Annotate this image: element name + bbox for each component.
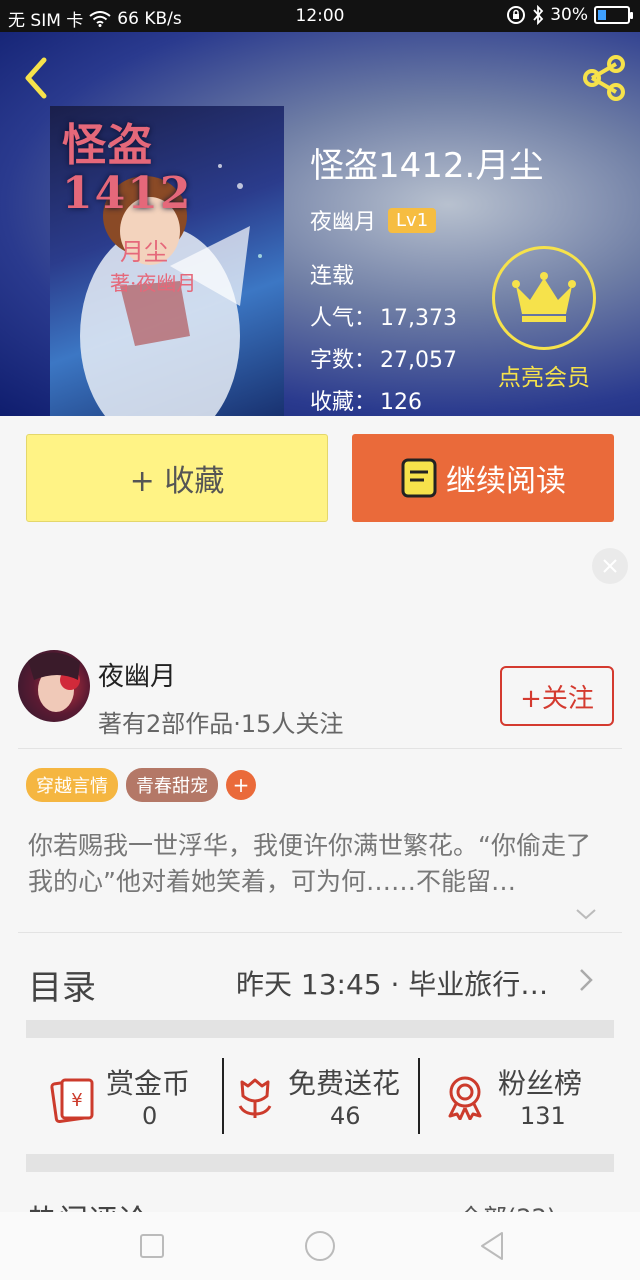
vip-button[interactable]: 点亮会员 <box>488 246 600 392</box>
tag-chip[interactable]: 穿越言情 <box>26 768 118 802</box>
fan-ranking-stat[interactable]: 粉丝榜 131 <box>420 1056 614 1136</box>
table-of-contents-row[interactable]: 目录 昨天 13:45 · 毕业旅行… <box>26 946 614 1016</box>
toc-label: 目录 <box>28 968 96 1008</box>
book-icon <box>401 458 437 498</box>
author-card: 夜幽月 著有2部作品·15人关注 +关注 <box>18 650 622 750</box>
back-triangle-icon[interactable] <box>474 1228 510 1264</box>
stat-value: 131 <box>520 1102 566 1130</box>
stat-title: 赏金币 <box>106 1067 191 1100</box>
cover-title: 怪盗1412 <box>62 120 193 219</box>
home-icon[interactable] <box>302 1228 338 1264</box>
clock: 12:00 <box>295 6 345 26</box>
battery-percent: 30% <box>550 5 588 25</box>
reward-coins-stat[interactable]: ¥ 赏金币 0 <box>26 1056 222 1136</box>
tag-list: 穿越言情 青春甜宠 + <box>26 768 256 802</box>
latest-chapter: 昨天 13:45 · 毕业旅行… <box>236 968 549 1001</box>
action-buttons: + 收藏 继续阅读 <box>26 434 614 522</box>
recent-apps-icon[interactable] <box>134 1228 170 1264</box>
section-separator <box>26 1154 614 1172</box>
author-avatar[interactable] <box>18 650 90 722</box>
book-synopsis[interactable]: 你若赐我一世浮华，我便许你满世繁花。“你偷走了我的心”他对着她笑着，可为何……不… <box>28 828 612 900</box>
author-meta: 著有2部作品·15人关注 <box>98 710 344 738</box>
favorites-stat: 收藏： 126 <box>310 384 422 416</box>
svg-text:¥: ¥ <box>71 1090 82 1111</box>
battery-level <box>598 10 607 20</box>
cover-subtitle: 月尘 著·夜幽月 <box>110 232 196 296</box>
continue-reading-label: 继续阅读 <box>446 464 566 499</box>
avatar-image <box>28 652 80 712</box>
bluetooth-icon <box>533 5 544 25</box>
status-bar: 无 SIM 卡 66 KB/s 12:00 30% <box>0 0 640 32</box>
add-tag-button[interactable]: + <box>226 770 256 800</box>
book-author-row: 夜幽月 Lv1 <box>310 204 437 236</box>
tag-chip[interactable]: 青春甜宠 <box>126 768 218 802</box>
stat-title: 免费送花 <box>288 1067 401 1100</box>
system-nav-bar <box>0 1212 640 1280</box>
cover-author: 著·夜幽月 <box>110 271 197 295</box>
share-icon[interactable] <box>578 52 630 104</box>
close-icon <box>603 559 617 573</box>
section-separator <box>26 1020 614 1038</box>
rotation-lock-icon <box>507 6 526 24</box>
vip-label: 点亮会员 <box>498 365 590 391</box>
stat-title: 粉丝榜 <box>498 1067 583 1100</box>
cover-subtitle-text: 月尘 <box>120 238 168 266</box>
book-title: 怪盗1412.月尘 <box>310 146 544 186</box>
follow-button[interactable]: +关注 <box>500 666 614 726</box>
chevron-down-icon[interactable] <box>574 902 598 926</box>
popularity-label: 人气： <box>310 306 377 331</box>
favorites-value: 126 <box>380 390 423 415</box>
popularity-stat: 人气： 17,373 <box>310 300 457 332</box>
word-count-stat: 字数： 27,057 <box>310 342 457 374</box>
vip-badge <box>492 246 596 350</box>
interaction-stats: ¥ 赏金币 0 免费送花 46 粉丝榜 131 <box>26 1056 614 1136</box>
popularity-value: 17,373 <box>380 306 457 331</box>
divider <box>18 748 622 749</box>
red-envelope-icon: ¥ <box>50 1078 94 1124</box>
battery-icon <box>594 6 633 24</box>
author-level-badge: Lv1 <box>388 207 437 233</box>
flower-icon <box>238 1078 272 1118</box>
back-arrow-icon[interactable] <box>16 54 56 102</box>
stat-value: 46 <box>330 1102 361 1130</box>
book-header: 怪盗1412 月尘 著·夜幽月 怪盗1412.月尘 夜幽月 Lv1 连载 人气：… <box>0 32 640 416</box>
words-value: 27,057 <box>380 348 457 373</box>
stat-value: 0 <box>142 1102 158 1130</box>
book-author[interactable]: 夜幽月 <box>310 204 376 236</box>
continue-reading-button[interactable]: 继续阅读 <box>352 434 614 522</box>
crown-icon <box>512 272 576 322</box>
favorites-label: 收藏： <box>310 390 377 415</box>
book-status: 连载 <box>310 264 355 289</box>
book-cover[interactable]: 怪盗1412 月尘 著·夜幽月 <box>50 106 284 416</box>
author-name[interactable]: 夜幽月 <box>98 656 176 693</box>
add-to-collection-button[interactable]: + 收藏 <box>26 434 328 522</box>
close-ad-button[interactable] <box>592 548 628 584</box>
chevron-right-icon <box>580 969 593 991</box>
words-label: 字数： <box>310 348 377 373</box>
medal-icon <box>448 1076 482 1120</box>
send-flowers-stat[interactable]: 免费送花 46 <box>224 1056 418 1136</box>
divider <box>18 932 622 933</box>
